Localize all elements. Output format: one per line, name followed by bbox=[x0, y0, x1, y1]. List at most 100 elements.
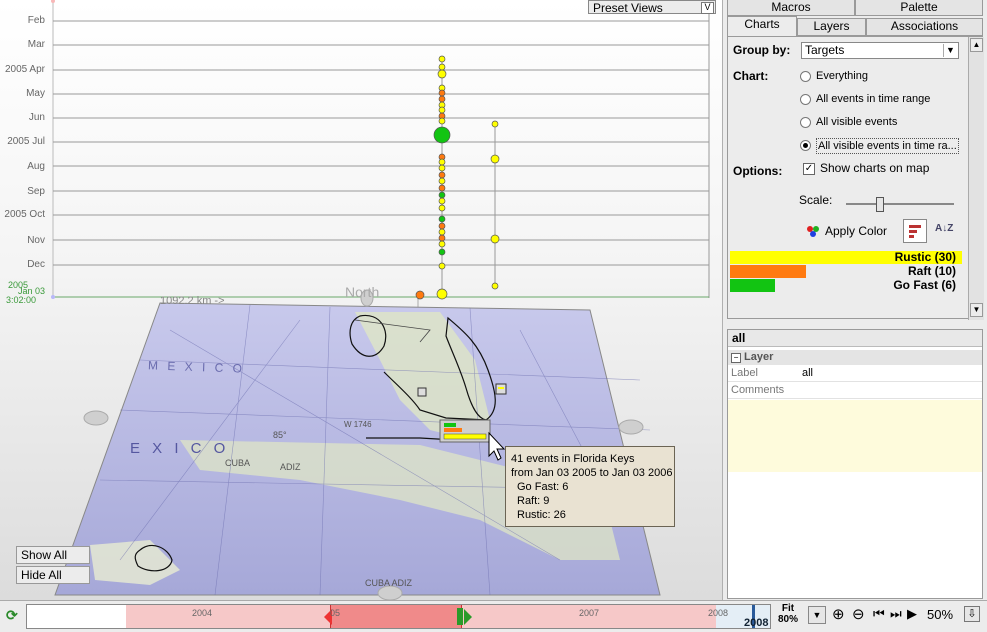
tooltip-line2: from Jan 03 2005 to Jan 03 2006 bbox=[511, 467, 673, 479]
refresh-icon[interactable]: ⟳ bbox=[6, 607, 20, 623]
month-label: Jun bbox=[28, 112, 45, 123]
apply-color-button[interactable]: Apply Color bbox=[806, 223, 906, 239]
group-by-select[interactable]: Targets ▼ bbox=[801, 42, 959, 59]
scroll-down-icon[interactable]: ▼ bbox=[970, 303, 983, 317]
property-key: Label bbox=[731, 367, 758, 379]
radio-circle[interactable] bbox=[800, 94, 811, 105]
options-label: Options: bbox=[733, 164, 783, 178]
properties-title: all bbox=[728, 330, 982, 347]
radio-label: All visible events bbox=[816, 116, 898, 128]
tab-layers[interactable]: Layers bbox=[797, 18, 866, 36]
month-label: May bbox=[26, 88, 45, 99]
preset-views-dropdown[interactable]: Preset Views V bbox=[588, 0, 716, 15]
radio-visible-events-in-range[interactable]: All visible events in time ra... bbox=[800, 138, 959, 154]
legend-label: Rustic (30) bbox=[894, 250, 956, 264]
tab-palette[interactable]: Palette bbox=[855, 0, 983, 16]
scale-slider[interactable] bbox=[846, 197, 954, 212]
property-row-label[interactable]: Label all bbox=[728, 365, 982, 382]
month-label: 2005 Apr bbox=[4, 64, 45, 75]
year-label: 05 bbox=[330, 608, 341, 618]
month-label: Feb bbox=[27, 15, 45, 26]
chevron-down-icon[interactable]: V bbox=[701, 2, 714, 14]
time-cursor-handle[interactable] bbox=[457, 608, 463, 625]
scale-readout: 1092.2 km -> bbox=[160, 295, 225, 307]
fit-button[interactable]: Fit 80% bbox=[775, 603, 801, 625]
fit-dropdown[interactable]: ▼ bbox=[808, 606, 826, 624]
tooltip-raft: Raft: 9 bbox=[517, 495, 550, 507]
radio-circle[interactable] bbox=[800, 117, 811, 128]
legend-bar bbox=[730, 265, 806, 278]
properties-panel: all − Layer Label all Comments bbox=[727, 329, 983, 599]
event-tooltip: 41 events in Florida Keys from Jan 03 20… bbox=[505, 446, 675, 527]
radio-everything[interactable]: Everything bbox=[800, 69, 950, 85]
color-dots-icon bbox=[807, 226, 819, 237]
legend-row-rustic: Rustic (30) bbox=[730, 250, 962, 264]
scroll-up-icon[interactable]: ▲ bbox=[970, 38, 983, 52]
scale-label: Scale: bbox=[799, 193, 833, 207]
apply-color-label: Apply Color bbox=[825, 224, 888, 238]
radio-circle[interactable] bbox=[800, 71, 811, 82]
fit-label: Fit bbox=[781, 603, 795, 614]
legend-row-go-fast: Go Fast (6) bbox=[730, 278, 962, 292]
show-all-button[interactable]: Show All bbox=[16, 546, 90, 564]
map-label-cuba-adiz: CUBA ADIZ bbox=[365, 578, 413, 588]
group-by-value: Targets bbox=[805, 43, 845, 57]
map-label-adiz: ADIZ bbox=[280, 462, 301, 472]
charts-panel: Group by: Targets ▼ Chart: Everything Al… bbox=[727, 36, 984, 320]
event-markers[interactable] bbox=[415, 55, 500, 300]
month-label: Sep bbox=[27, 186, 45, 197]
checkmark-icon[interactable]: ✓ bbox=[803, 163, 815, 175]
radio-visible-events[interactable]: All visible events bbox=[800, 115, 950, 131]
chart-label: Chart: bbox=[733, 69, 769, 83]
radio-circle-selected[interactable] bbox=[800, 140, 811, 151]
sort-icon[interactable]: A↓Z bbox=[935, 223, 953, 234]
fit-value: 80% bbox=[777, 614, 798, 625]
tab-macros[interactable]: Macros bbox=[727, 0, 855, 16]
radio-events-in-range[interactable]: All events in time range bbox=[800, 92, 950, 108]
radio-label: Everything bbox=[816, 70, 868, 82]
chevron-down-icon[interactable]: ▼ bbox=[943, 44, 957, 57]
time-grid bbox=[51, 0, 710, 299]
hide-all-button[interactable]: Hide All bbox=[16, 566, 90, 584]
group-by-label: Group by: bbox=[733, 43, 791, 57]
month-label: 2005 Oct bbox=[4, 209, 45, 220]
radio-label: All events in time range bbox=[816, 93, 931, 105]
collapse-icon[interactable]: − bbox=[731, 353, 741, 363]
layer-section[interactable]: − Layer bbox=[728, 350, 982, 365]
slider-track bbox=[846, 203, 954, 205]
charts-scrollbar[interactable]: ▲ ▼ bbox=[968, 37, 984, 320]
legend-bar bbox=[730, 279, 775, 292]
month-label: 2005 Jul bbox=[7, 136, 45, 147]
range-end-handle[interactable] bbox=[464, 609, 472, 625]
property-key: Comments bbox=[731, 384, 785, 396]
bar-chart-icon[interactable] bbox=[903, 219, 927, 243]
comments-area[interactable] bbox=[728, 400, 982, 472]
zoom-in-icon[interactable]: ⊕ bbox=[832, 605, 845, 623]
timeline-selection[interactable] bbox=[330, 605, 462, 628]
layer-section-label: Layer bbox=[744, 351, 774, 363]
year-label: 2004 bbox=[192, 608, 213, 618]
timeline-track[interactable]: 2004 05 2007 2008 2008 bbox=[26, 604, 771, 629]
step-forward-icon[interactable]: ⏭ bbox=[890, 606, 902, 622]
month-label: Mar bbox=[27, 39, 45, 50]
play-icon[interactable]: ▶ bbox=[907, 606, 917, 622]
radio-label: All visible events in time ra... bbox=[816, 138, 959, 154]
map-label-lat: 85° bbox=[273, 430, 287, 440]
property-value[interactable]: all bbox=[802, 365, 813, 381]
map-label-mexico: E X I C O bbox=[130, 440, 230, 457]
property-row-comments[interactable]: Comments bbox=[728, 382, 982, 399]
download-icon[interactable]: ⇩ bbox=[964, 606, 980, 622]
tab-charts[interactable]: Charts bbox=[727, 16, 797, 36]
tab-associations[interactable]: Associations bbox=[866, 18, 983, 36]
zoom-out-icon[interactable]: ⊖ bbox=[852, 605, 865, 623]
skip-back-icon[interactable]: ⏮ bbox=[873, 606, 885, 622]
timeline-bar: ⟳ 2004 05 2007 2008 2008 Fit 80% ▼ ⊕ ⊖ ⏮… bbox=[0, 600, 987, 632]
map-3d-view[interactable]: Feb Mar 2005 Apr May Jun 2005 Jul Aug Se… bbox=[0, 0, 722, 600]
legend-label: Raft (10) bbox=[907, 264, 956, 278]
tooltip-go-fast: Go Fast: 6 bbox=[517, 481, 569, 493]
slider-thumb[interactable] bbox=[876, 197, 884, 212]
show-charts-checkbox[interactable]: ✓ Show charts on map bbox=[803, 161, 943, 177]
map-label-cuba: CUBA bbox=[225, 458, 251, 468]
tooltip-rustic: Rustic: 26 bbox=[517, 509, 566, 521]
current-year: 2008 bbox=[744, 617, 769, 629]
